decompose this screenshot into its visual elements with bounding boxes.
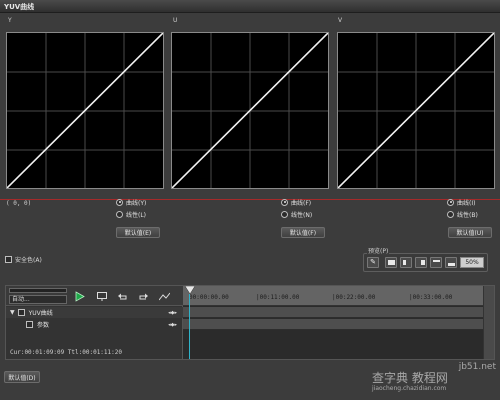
watermark-line-3: jiaocheng.chazidian.com [372,385,447,392]
radio-curve-y-label: 曲线(Y) [126,199,147,207]
side-by-side-icon [447,262,455,266]
panel-label-v: V [338,17,343,24]
default-button-v[interactable]: 默认值(U) [448,227,492,238]
coordinate-readout: ( 0, 0) [6,200,32,207]
split-compare-icon [420,260,425,265]
redo-button[interactable] [136,290,150,302]
ruler-tick: |00:33:00.00 [409,294,453,301]
radio-indicator[interactable] [447,198,454,206]
split-horizontal-icon [432,260,440,262]
checkbox-box[interactable] [5,256,12,263]
radio-curve-u[interactable]: 曲线(F) [281,197,311,207]
mode-select[interactable]: 自动... [9,295,67,304]
ruler-tick: |00:22:00.00 [332,294,376,301]
track-list: 自动... ▼ YUV曲线 ◂◆▸ 参数 ◂◆▸ Cur:00:01:09:09… [6,286,183,359]
preview-monitor-button[interactable] [95,290,109,302]
divider-line [0,199,500,200]
preview-split-compare-button[interactable] [415,257,427,268]
curve-editor-y[interactable] [6,32,164,189]
radio-linear-v[interactable]: 线性(B) [447,209,478,219]
ruler-tick: |00:11:00.00 [256,294,300,301]
playhead-icon [184,285,196,295]
timeline-scrollbar[interactable] [483,286,494,359]
graph-icon [158,292,170,300]
split-vertical-icon [403,260,406,265]
safe-color-checkbox[interactable]: 安全色(A) [5,255,42,264]
radio-indicator[interactable] [281,210,288,218]
radio-indicator[interactable] [447,210,454,218]
curve-editor-u[interactable] [171,32,329,189]
title-bar: YUV曲线 [0,0,500,13]
play-icon [75,290,85,302]
preview-split-horizontal-button[interactable] [430,257,442,268]
full-frame-icon [387,260,395,265]
monitor-icon [97,291,107,301]
pencil-icon: ✎ [370,258,376,266]
track-checkbox[interactable] [17,309,25,316]
radio-curve-y[interactable]: 曲线(Y) [116,197,146,207]
undo-button[interactable] [116,290,130,302]
track-label-params: 参数 [37,322,50,329]
keyframe-nav-icon[interactable]: ◂◆▸ [168,310,177,316]
graph-button[interactable] [157,290,171,302]
radio-linear-y-label: 线性(L) [126,211,147,219]
timecode-status: Cur:00:01:09:09 Ttl:00:01:11:20 [10,349,122,356]
timeline-panel: 自动... ▼ YUV曲线 ◂◆▸ 参数 ◂◆▸ Cur:00:01:09:09… [5,285,495,360]
radio-linear-v-label: 线性(B) [457,211,478,219]
radio-indicator[interactable] [116,198,123,206]
timeline-zoom-bar[interactable] [9,288,67,293]
mode-select-value: 自动... [12,296,30,303]
preview-split-vertical-button[interactable] [400,257,412,268]
zoom-level[interactable]: 50% [460,257,484,268]
expand-icon[interactable]: ▼ [10,309,15,316]
radio-curve-u-label: 曲线(F) [291,199,312,207]
safe-color-label: 安全色(A) [15,257,42,264]
radio-linear-u[interactable]: 线性(N) [281,209,312,219]
default-button-all[interactable]: 默认值(D) [4,371,40,383]
default-button-y[interactable]: 默认值(E) [116,227,160,238]
window-title: YUV曲线 [4,3,35,11]
track-lane-params[interactable] [183,319,483,330]
preview-label: 预览(P) [367,246,390,255]
undo-icon [118,293,127,300]
playhead[interactable] [184,285,196,359]
track-lane-yuv[interactable] [183,307,483,318]
curve-editor-v[interactable] [337,32,495,189]
panel-label-y: Y [8,17,12,24]
preview-side-by-side-button[interactable] [445,257,457,268]
radio-curve-v[interactable]: 曲线(I) [447,197,475,207]
watermark-line-2: 查字典 教程网 [372,371,448,385]
preview-group: ✎ 50% [363,253,488,272]
track-row-yuv[interactable]: ▼ YUV曲线 ◂◆▸ [6,307,183,318]
keyframe-nav-icon[interactable]: ◂◆▸ [168,322,177,328]
default-button-u[interactable]: 默认值(F) [281,227,325,238]
radio-indicator[interactable] [116,210,123,218]
track-label-yuv: YUV曲线 [28,310,53,317]
radio-indicator[interactable] [281,198,288,206]
track-row-params[interactable]: 参数 ◂◆▸ [6,319,183,330]
radio-curve-v-label: 曲线(I) [457,199,476,207]
preview-original-button[interactable] [385,257,397,268]
radio-linear-y[interactable]: 线性(L) [116,209,146,219]
play-button[interactable] [72,289,88,303]
radio-linear-u-label: 线性(N) [291,211,313,219]
time-ruler[interactable]: 00:00:00.00 |00:11:00.00 |00:22:00.00 |0… [183,286,483,306]
preview-toggle-button[interactable]: ✎ [367,257,379,268]
track-checkbox[interactable] [26,321,33,328]
timeline-toolbar: 自动... [6,286,183,306]
redo-icon [139,293,148,300]
panel-label-u: U [173,17,178,24]
watermark: jb51.net 查字典 教程网 jiaocheng.chazidian.com [372,362,496,392]
